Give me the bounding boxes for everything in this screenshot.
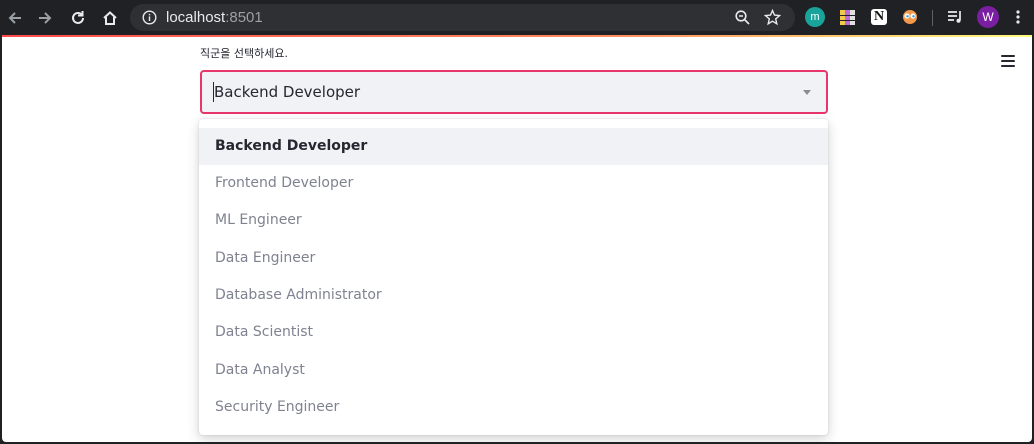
- home-icon[interactable]: [98, 6, 122, 30]
- option-frontend-developer[interactable]: Frontend Developer: [199, 165, 828, 202]
- hamburger-bar: [1001, 65, 1015, 67]
- option-data-scientist[interactable]: Data Scientist: [199, 314, 828, 351]
- option-data-analyst[interactable]: Data Analyst: [199, 352, 828, 389]
- bookmark-star-icon[interactable]: [764, 9, 781, 26]
- media-queue-icon[interactable]: [945, 7, 965, 27]
- option-security-engineer[interactable]: Security Engineer: [199, 389, 828, 426]
- forward-arrow-icon[interactable]: [33, 6, 57, 30]
- select-label: 직군을 선택하세요.: [200, 47, 288, 60]
- hamburger-bar: [1001, 55, 1015, 57]
- back-arrow-icon[interactable]: [3, 6, 27, 30]
- url-host: localhost: [166, 9, 226, 26]
- address-bar[interactable]: localhost:8501: [130, 4, 795, 31]
- hamburger-menu-icon[interactable]: [1001, 55, 1015, 67]
- extension-notion-icon[interactable]: N: [871, 9, 887, 25]
- page-content: 직군을 선택하세요. Backend Developer Backend Dev…: [2, 35, 1032, 442]
- profile-avatar[interactable]: W: [977, 6, 999, 28]
- decoration-line: [2, 35, 1032, 37]
- browser-toolbar: localhost:8501 m N W: [0, 0, 1034, 35]
- reload-icon[interactable]: [66, 6, 90, 30]
- extension-palette-icon[interactable]: [837, 7, 857, 27]
- option-backend-developer[interactable]: Backend Developer: [199, 128, 828, 165]
- select-value[interactable]: Backend Developer: [214, 83, 360, 101]
- option-ml-engineer[interactable]: ML Engineer: [199, 202, 828, 239]
- url-port: :8501: [225, 9, 263, 26]
- extension-eyes-icon[interactable]: [900, 7, 920, 27]
- job-selectbox[interactable]: Backend Developer: [200, 70, 828, 114]
- toolbar-divider: [932, 10, 933, 26]
- option-database-administrator[interactable]: Database Administrator: [199, 277, 828, 314]
- more-vertical-icon[interactable]: [1008, 7, 1028, 27]
- chevron-down-icon[interactable]: [803, 90, 811, 95]
- dropdown-menu: Backend Developer Frontend Developer ML …: [199, 119, 828, 435]
- info-icon[interactable]: [142, 10, 157, 25]
- option-data-engineer[interactable]: Data Engineer: [199, 240, 828, 277]
- extension-m-icon[interactable]: m: [805, 7, 825, 27]
- hamburger-bar: [1001, 60, 1015, 62]
- url-text: localhost:8501: [166, 9, 263, 26]
- zoom-icon[interactable]: [734, 9, 751, 26]
